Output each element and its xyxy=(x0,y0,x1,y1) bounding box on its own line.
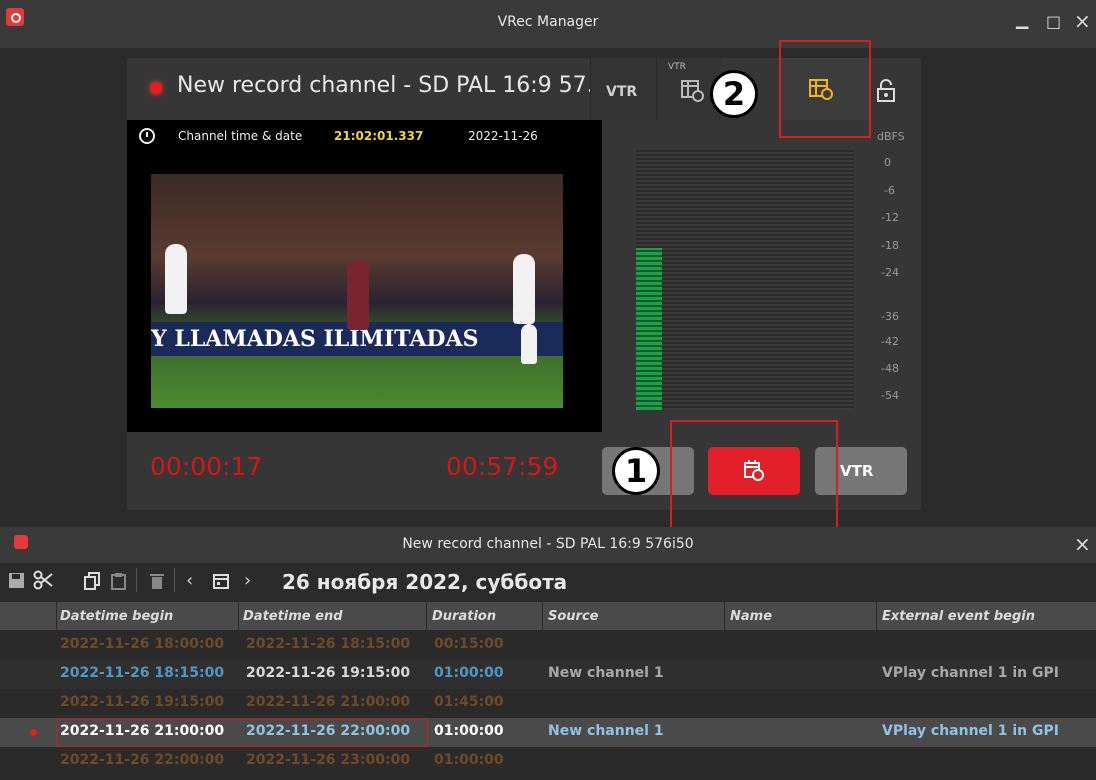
prev-day-button[interactable]: ‹ xyxy=(186,570,193,591)
column-header-duration[interactable]: Duration xyxy=(432,609,496,624)
column-separator xyxy=(876,602,877,630)
close-button[interactable]: × xyxy=(1074,9,1091,33)
video-frame: Y LLAMADAS ILIMITADAS xyxy=(151,174,563,408)
remaining-time: 00:57:59 xyxy=(446,452,559,481)
copy-icon[interactable] xyxy=(84,572,102,590)
vtr-small-label: VTR xyxy=(668,62,686,72)
column-separator xyxy=(56,602,57,630)
meter-unit: dBFS xyxy=(877,130,905,143)
save-icon[interactable] xyxy=(8,572,26,590)
channel-date: 2022-11-26 xyxy=(468,129,538,143)
meter-label: -36 xyxy=(881,310,899,323)
clock-icon xyxy=(139,128,155,144)
app-title: VRec Manager xyxy=(497,14,599,30)
meter-label: -54 xyxy=(881,389,899,402)
cell-source: New channel 1 xyxy=(548,723,664,739)
cell-end: 2022-11-26 22:00:00 xyxy=(246,723,411,739)
cell-begin: 2022-11-26 22:00:00 xyxy=(60,752,225,768)
cell-external: VPlay channel 1 in GPI xyxy=(882,665,1059,681)
column-separator xyxy=(724,602,725,630)
audio-meter xyxy=(636,150,854,410)
elapsed-time: 00:00:17 xyxy=(150,452,263,481)
vtr-button-label: VTR xyxy=(840,462,874,480)
player-figure xyxy=(521,324,537,364)
column-header-datetime-end[interactable]: Datetime end xyxy=(243,609,343,624)
annotation-box-2 xyxy=(779,40,871,138)
column-header-external-event[interactable]: External event begin xyxy=(882,609,1035,624)
cell-duration: 01:00:00 xyxy=(434,752,504,768)
meter-label: -18 xyxy=(881,239,899,252)
cell-end: 2022-11-26 18:15:00 xyxy=(246,636,411,652)
cell-end: 2022-11-26 23:00:00 xyxy=(246,752,411,768)
minimize-button[interactable]: ▁ xyxy=(1016,10,1028,29)
column-separator xyxy=(238,602,239,630)
meter-label: -42 xyxy=(881,335,899,348)
audio-meter-level xyxy=(636,248,662,410)
cell-begin: 2022-11-26 19:15:00 xyxy=(60,694,225,710)
column-header-datetime-begin[interactable]: Datetime begin xyxy=(60,609,173,624)
lock-icon[interactable] xyxy=(876,78,896,104)
meter-label: -48 xyxy=(881,362,899,375)
channel-name: New record channel - SD PAL 16:9 57... xyxy=(177,73,608,98)
player-figure xyxy=(513,254,535,324)
cell-duration: 01:00:00 xyxy=(434,723,504,739)
cell-begin: 2022-11-26 18:15:00 xyxy=(60,665,225,681)
column-separator xyxy=(542,602,543,630)
delete-icon[interactable] xyxy=(148,572,166,590)
meter-label: -6 xyxy=(884,184,895,197)
maximize-button[interactable]: □ xyxy=(1046,12,1061,31)
toolbar-divider xyxy=(136,568,137,592)
toolbar-divider xyxy=(174,568,175,592)
recording-indicator-icon xyxy=(150,82,162,94)
cell-begin: 2022-11-26 18:00:00 xyxy=(60,636,225,652)
column-header-name[interactable]: Name xyxy=(730,609,772,624)
row-recording-indicator-icon xyxy=(30,729,37,736)
cell-source: New channel 1 xyxy=(548,665,664,681)
calendar-icon[interactable] xyxy=(212,572,230,590)
annotation-number: 2 xyxy=(710,70,758,118)
channel-time: 21:02:01.337 xyxy=(334,129,424,143)
annotation-number: 1 xyxy=(612,447,660,495)
player-figure xyxy=(347,260,369,330)
column-header-source[interactable]: Source xyxy=(548,609,598,624)
cell-duration: 01:45:00 xyxy=(434,694,504,710)
cell-duration: 01:00:00 xyxy=(434,665,504,681)
cell-duration: 00:15:00 xyxy=(434,636,504,652)
meter-label: -24 xyxy=(881,266,899,279)
cell-external: VPlay channel 1 in GPI xyxy=(882,723,1059,739)
schedule-window-title: New record channel - SD PAL 16:9 576i50 xyxy=(402,536,694,552)
meter-label: 0 xyxy=(884,156,891,169)
channel-time-label: Channel time & date xyxy=(178,129,303,143)
next-day-button[interactable]: › xyxy=(244,570,251,591)
scissors-icon[interactable] xyxy=(33,570,79,592)
annotation-box-1 xyxy=(670,420,838,540)
cell-end: 2022-11-26 19:15:00 xyxy=(246,665,411,681)
meter-label: -12 xyxy=(881,211,899,224)
vtr-tab-label: VTR xyxy=(606,84,638,100)
schedule-close-button[interactable]: × xyxy=(1074,532,1091,556)
cell-end: 2022-11-26 21:00:00 xyxy=(246,694,411,710)
schedule-date-title: 26 ноября 2022, суббота xyxy=(282,570,568,594)
player-figure xyxy=(165,244,187,314)
paste-icon[interactable] xyxy=(110,572,128,590)
schedule-grid-icon xyxy=(681,80,704,102)
cell-begin: 2022-11-26 21:00:00 xyxy=(60,723,225,739)
column-separator xyxy=(426,602,427,630)
